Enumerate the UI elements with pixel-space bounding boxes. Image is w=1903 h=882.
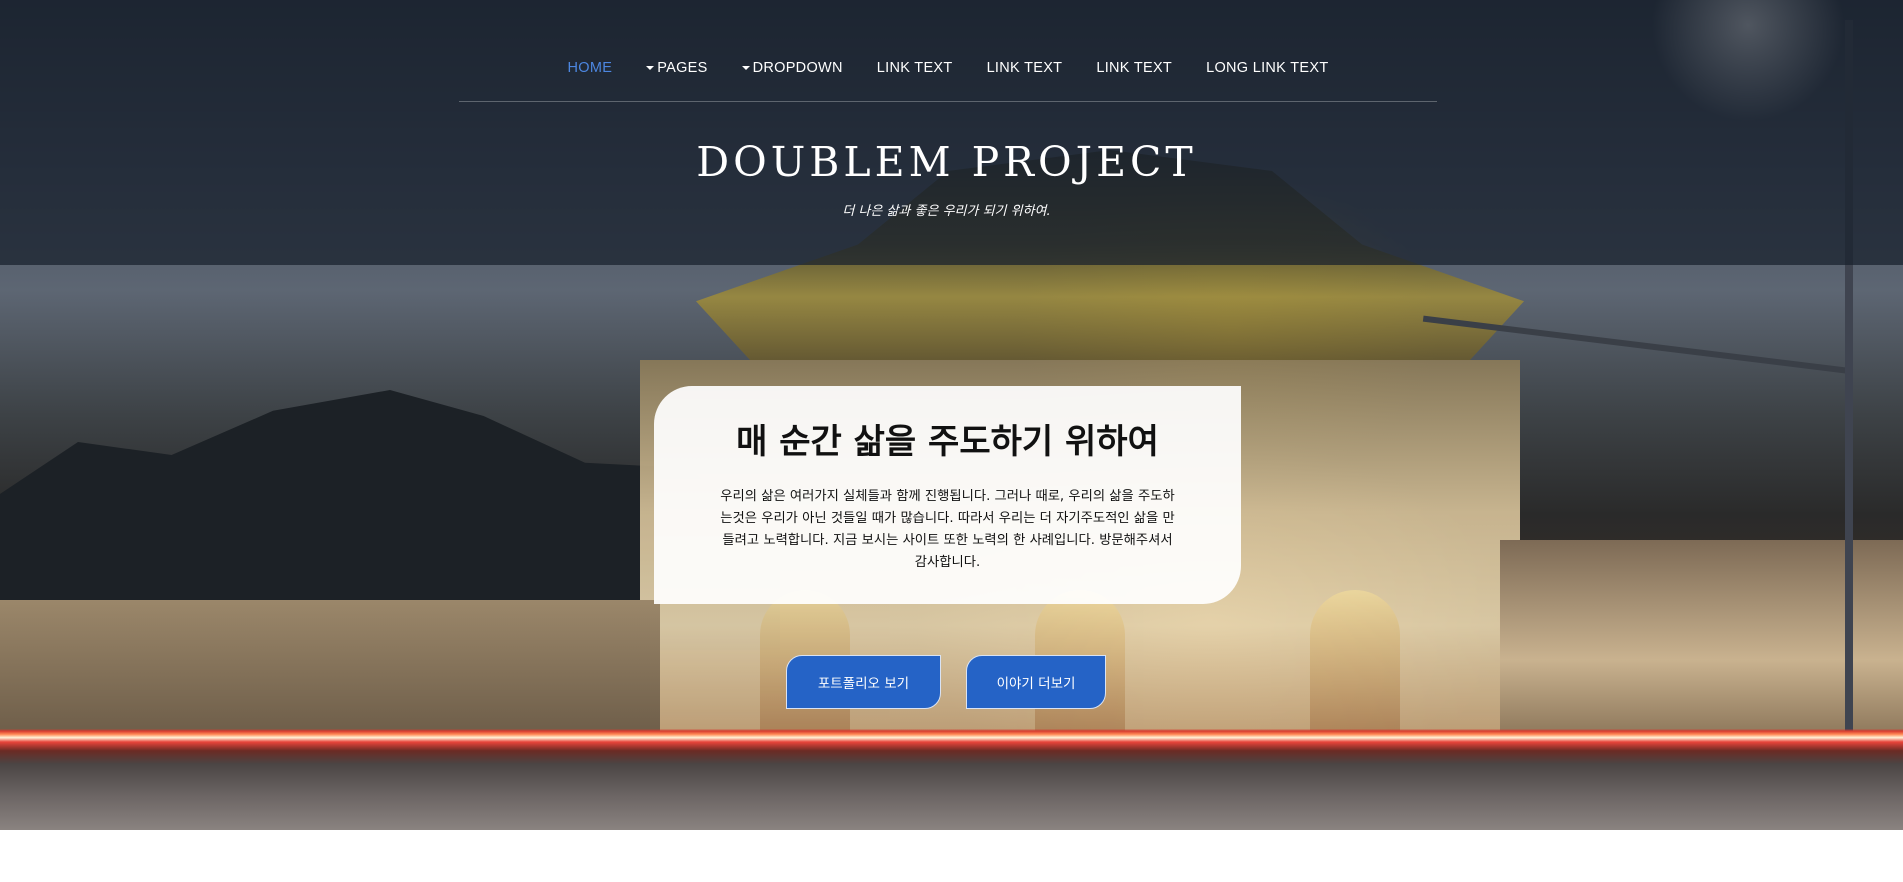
nav-item-label: LINK TEXT [1096,59,1173,76]
road-light-trails [0,720,1903,830]
intro-card-text: 우리의 삶은 여러가지 실체들과 함께 진행됩니다. 그러나 때로, 우리의 삶… [684,486,1211,574]
site-tagline: 더 나은 삶과 좋은 우리가 되기 위하여. [842,204,1051,219]
intro-card-line: 우리의 삶은 여러가지 실체들과 함께 진행됩니다. 그러나 때로, 우리의 삶… [720,489,1175,504]
nav-item-label: LONG LINK TEXT [1206,59,1329,76]
nav-item-dropdown[interactable]: DROPDOWN [725,60,860,76]
main-navigation: HOME PAGES DROPDOWN LINK TEXT LINK TEXT LINK … [459,52,1437,102]
nav-item-home[interactable]: HOME [551,60,630,76]
nav-item-label: DROPDOWN [752,59,843,76]
view-portfolio-button[interactable]: 포트폴리오 보기 [786,655,941,709]
nav-item-link-text[interactable]: LINK TEXT [970,60,1080,76]
gate-arch [1310,590,1400,740]
nav-item-long-link-text[interactable]: LONG LINK TEXT [1189,60,1345,76]
intro-card: 매 순간 삶을 주도하기 위하여 우리의 삶은 여러가지 실체들과 함께 진행됩… [654,386,1241,604]
caret-down-icon [741,66,750,70]
read-more-story-button[interactable]: 이야기 더보기 [966,655,1106,709]
site-title: DOUBLEM PROJECT [696,138,1197,186]
nav-item-label: LINK TEXT [986,59,1063,76]
nav-item-link-text[interactable]: LINK TEXT [1079,60,1189,76]
intro-card-line: 는것은 우리가 아닌 것들일 때가 많습니다. 따라서 우리는 더 자기주도적인… [720,511,1175,526]
nav-item-label: LINK TEXT [876,59,953,76]
palace-wall-right [1500,540,1903,740]
palace-wall-left [0,600,660,740]
intro-card-line: 들려고 노력합니다. 지금 보시는 사이트 또한 노력의 한 사례입니다. 방문… [722,533,1173,548]
nav-item-label: PAGES [657,59,708,76]
intro-card-line: 감사합니다. [914,555,981,570]
nav-item-label: HOME [567,59,613,76]
nav-item-pages[interactable]: PAGES [629,60,724,76]
header-overlay [0,0,1903,265]
nav-item-link-text[interactable]: LINK TEXT [860,60,970,76]
caret-down-icon [646,66,655,70]
intro-card-title: 매 순간 삶을 주도하기 위하여 [736,422,1159,462]
